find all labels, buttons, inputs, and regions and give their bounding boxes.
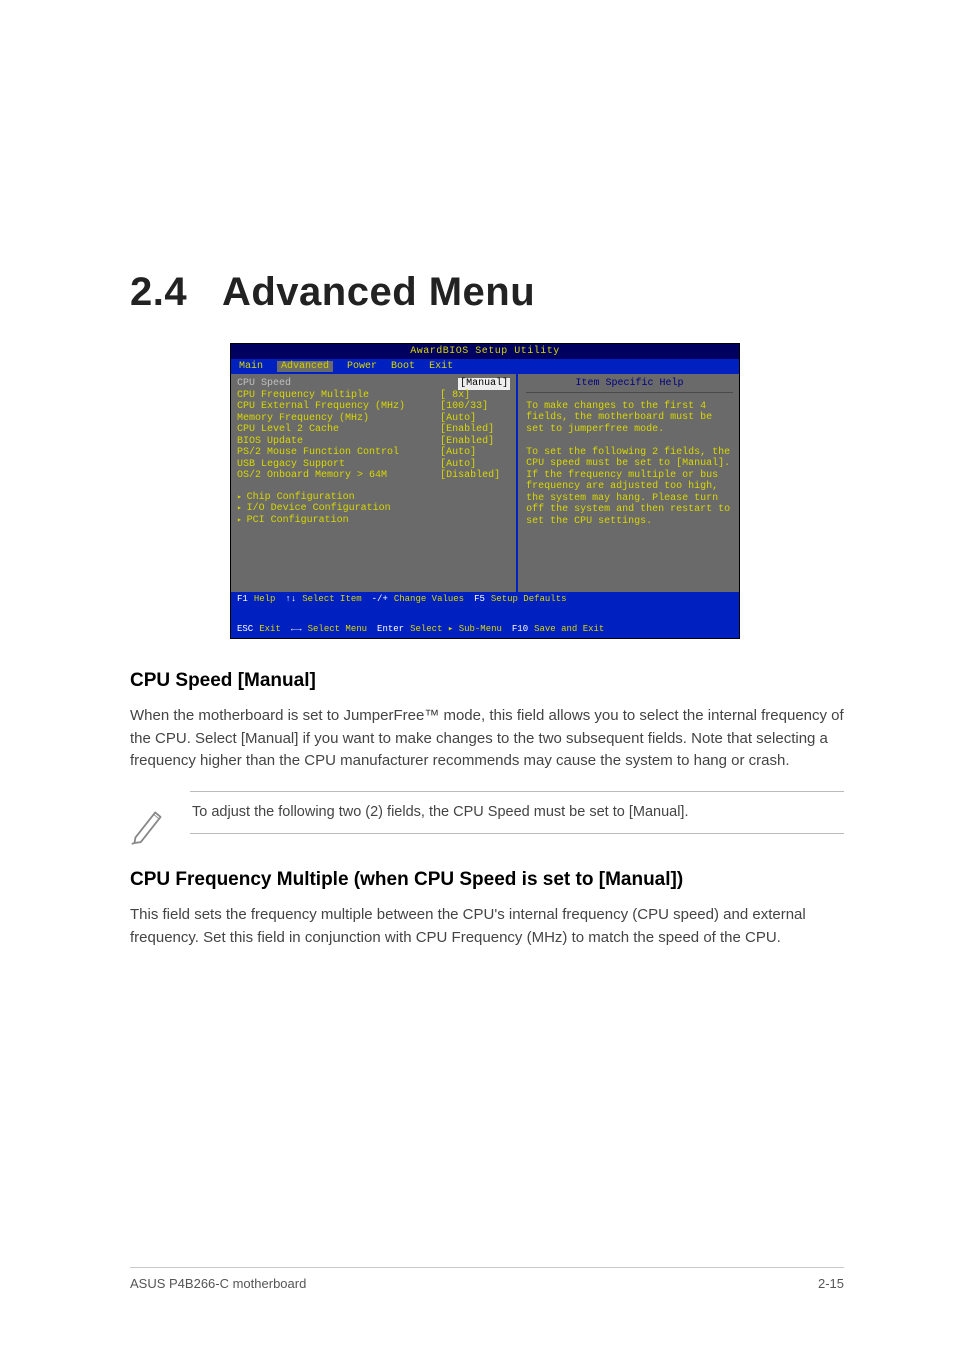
pencil-icon <box>130 805 166 845</box>
menu-main[interactable]: Main <box>239 361 263 373</box>
bios-field-row[interactable]: CPU External Frequency (MHz)[100/33] <box>237 401 510 413</box>
bios-field-row[interactable]: BIOS Update[Enabled] <box>237 436 510 448</box>
section-number: 2.4 <box>130 270 187 314</box>
bios-field-row[interactable]: CPU Level 2 Cache[Enabled] <box>237 424 510 436</box>
menu-advanced[interactable]: Advanced <box>277 361 333 373</box>
bios-submenu[interactable]: Chip Configuration <box>237 492 510 504</box>
cpu-speed-paragraph: When the motherboard is set to JumperFre… <box>130 705 844 773</box>
note-text: To adjust the following two (2) fields, … <box>190 792 844 833</box>
bios-field-row[interactable]: OS/2 Onboard Memory > 64M[Disabled] <box>237 470 510 482</box>
bios-left-pane: CPU Speed [Manual] CPU Frequency Multipl… <box>231 374 516 592</box>
bios-field-value: [Manual] <box>458 378 510 390</box>
page-footer: ASUS P4B266-C motherboard 2-15 <box>130 1267 844 1291</box>
section-heading: 2.4 Advanced Menu <box>130 270 844 315</box>
cpu-freq-multiple-paragraph: This field sets the frequency multiple b… <box>130 904 844 949</box>
bios-field-label: CPU Speed <box>237 378 458 390</box>
bios-field-row[interactable]: Memory Frequency (MHz)[Auto] <box>237 413 510 425</box>
bios-field-row[interactable]: CPU Speed [Manual] <box>237 378 510 390</box>
bios-help-text: To make changes to the first 4 fields, t… <box>526 401 733 528</box>
footer-left: ASUS P4B266-C motherboard <box>130 1276 306 1291</box>
bios-menubar: Main Advanced Power Boot Exit <box>231 359 739 375</box>
bios-help-pane: Item Specific Help To make changes to th… <box>516 374 739 592</box>
bios-help-title: Item Specific Help <box>526 378 733 393</box>
bios-title: AwardBIOS Setup Utility <box>231 344 739 359</box>
bios-submenu[interactable]: I/O Device Configuration <box>237 503 510 515</box>
footer-right: 2-15 <box>818 1276 844 1291</box>
note-block: To adjust the following two (2) fields, … <box>130 791 844 834</box>
menu-boot[interactable]: Boot <box>391 361 415 373</box>
menu-exit[interactable]: Exit <box>429 361 453 373</box>
cpu-speed-heading: CPU Speed [Manual] <box>130 667 844 696</box>
note-rule-bottom <box>190 833 844 834</box>
cpu-freq-multiple-heading: CPU Frequency Multiple (when CPU Speed i… <box>130 866 844 895</box>
menu-power[interactable]: Power <box>347 361 377 373</box>
bios-field-row[interactable]: PS/2 Mouse Function Control[Auto] <box>237 447 510 459</box>
bios-field-row[interactable]: CPU Frequency Multiple[ 8x] <box>237 390 510 402</box>
bios-field-row[interactable]: USB Legacy Support[Auto] <box>237 459 510 471</box>
bios-screenshot: AwardBIOS Setup Utility Main Advanced Po… <box>230 343 740 639</box>
section-title-text: Advanced Menu <box>222 270 535 314</box>
bios-footer: F1Help ↑↓Select Item -/+Change Values F5… <box>231 592 739 638</box>
bios-submenu[interactable]: PCI Configuration <box>237 515 510 527</box>
